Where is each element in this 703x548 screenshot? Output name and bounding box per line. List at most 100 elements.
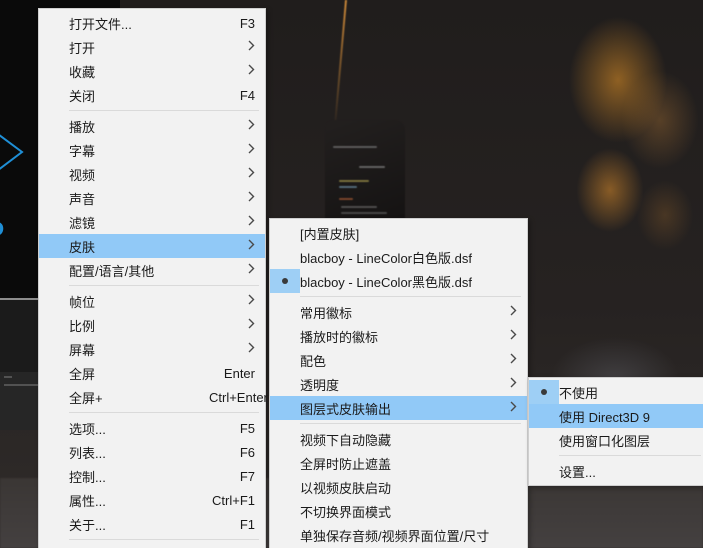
menu-item-打开文件[interactable]: 打开文件... F3 <box>39 11 265 35</box>
menu-item-不切换界面模式[interactable]: 不切换界面模式 <box>270 499 527 523</box>
menu-item-比例[interactable]: 比例 <box>39 313 265 337</box>
menu-item-gutter <box>39 210 69 234</box>
menu-item-label: 常用徽标 <box>300 305 353 321</box>
chevron-right-icon <box>228 318 255 332</box>
menu-item-gutter <box>39 313 69 337</box>
menu-item-播放时的徽标[interactable]: 播放时的徽标 <box>270 324 527 348</box>
menu-item-透明度[interactable]: 透明度 <box>270 372 527 396</box>
menu-item-gutter <box>39 543 69 548</box>
menu-item-声音[interactable]: 声音 <box>39 186 265 210</box>
menu-item-label: 配色 <box>300 353 327 369</box>
menu-item-以视频皮肤启动[interactable]: 以视频皮肤启动 <box>270 475 527 499</box>
menu-item-字幕[interactable]: 字幕 <box>39 138 265 162</box>
menu-item-label: 字幕 <box>69 143 96 159</box>
menu-item-视频下自动隐藏[interactable]: 视频下自动隐藏 <box>270 427 527 451</box>
menu-item-label: 属性... <box>69 493 106 509</box>
menu-item-全屏[interactable]: 全屏 Enter <box>39 361 265 385</box>
menu-item-选项[interactable]: 选项... F5 <box>39 416 265 440</box>
menu-item-label: 滤镜 <box>69 215 96 231</box>
menu-item-blacboy-linecolor黑色版-dsf[interactable]: blacboy - LineColor黑色版.dsf <box>270 269 527 293</box>
menu-item-内置皮肤[interactable]: [内置皮肤] <box>270 221 527 245</box>
menu-item-gutter <box>270 451 300 475</box>
menu-item-gutter <box>270 427 300 451</box>
menu-item-控制[interactable]: 控制... F7 <box>39 464 265 488</box>
menu-item-关闭[interactable]: 关闭 F4 <box>39 83 265 107</box>
menu-item-gutter <box>39 162 69 186</box>
menu-item-使用-direct3d-9[interactable]: 使用 Direct3D 9 <box>529 404 703 428</box>
chevron-right-icon <box>228 239 255 253</box>
layered-skin-output-submenu[interactable]: 不使用使用 Direct3D 9 使用窗口化图层 设置... <box>528 377 703 486</box>
chevron-right-icon <box>228 191 255 205</box>
menu-item-shortcut: Ctrl+F1 <box>212 492 255 508</box>
menu-item-常用徽标[interactable]: 常用徽标 <box>270 300 527 324</box>
menu-item-label: 配置/语言/其他 <box>69 263 155 279</box>
menu-item-gutter <box>270 221 300 245</box>
menu-item-gutter <box>39 361 69 385</box>
main-context-menu[interactable]: 打开文件... F3 打开收藏关闭 F4 播放字幕视频 声音滤镜皮肤配置/语言/其他 帧位比… <box>38 8 268 548</box>
menu-separator <box>69 412 259 413</box>
menu-item-打开[interactable]: 打开 <box>39 35 265 59</box>
menu-item-blacboy-linecolor白色版-dsf[interactable]: blacboy - LineColor白色版.dsf <box>270 245 527 269</box>
menu-item-退出[interactable]: 退出Alt+F4 <box>39 543 265 548</box>
menu-item-label: 不切换界面模式 <box>300 504 392 520</box>
chevron-right-icon <box>490 305 517 319</box>
menu-item-不使用[interactable]: 不使用 <box>529 380 703 404</box>
menu-item-label: 全屏+ <box>69 390 103 406</box>
menu-item-皮肤[interactable]: 皮肤 <box>39 234 265 258</box>
menu-separator <box>69 539 259 540</box>
menu-item-label: 全屏时防止遮盖 <box>300 456 392 472</box>
menu-separator <box>300 423 521 424</box>
menu-item-shortcut: F4 <box>239 87 255 103</box>
menu-item-配置-语言-其他[interactable]: 配置/语言/其他 <box>39 258 265 282</box>
menu-item-使用窗口化图层[interactable]: 使用窗口化图层 <box>529 428 703 452</box>
menu-item-label: blacboy - LineColor黑色版.dsf <box>300 274 472 290</box>
menu-item-gutter <box>39 83 69 107</box>
menu-item-label: 播放时的徽标 <box>300 329 379 345</box>
menu-item-label: 列表... <box>69 445 106 461</box>
menu-item-屏幕[interactable]: 屏幕 <box>39 337 265 361</box>
menu-item-label: 打开文件... <box>69 16 132 32</box>
menu-item-label: 使用 Direct3D 9 <box>559 409 651 425</box>
menu-item-滤镜[interactable]: 滤镜 <box>39 210 265 234</box>
menu-item-设置[interactable]: 设置... <box>529 459 703 483</box>
menu-item-图层式皮肤输出[interactable]: 图层式皮肤输出 <box>270 396 527 420</box>
menu-item-gutter <box>39 138 69 162</box>
menu-item-gutter <box>39 234 69 258</box>
menu-item-label: 透明度 <box>300 377 340 393</box>
wallpaper-phone-object <box>325 120 405 220</box>
menu-item-单独保存音频-视频界面位置-尺寸[interactable]: 单独保存音频/视频界面位置/尺寸 <box>270 523 527 547</box>
menu-item-配色[interactable]: 配色 <box>270 348 527 372</box>
menu-item-播放[interactable]: 播放 <box>39 114 265 138</box>
chevron-right-icon <box>490 377 517 391</box>
chevron-right-icon <box>490 353 517 367</box>
menu-item-label: 播放 <box>69 119 96 135</box>
menu-item-label: 关闭 <box>69 88 96 104</box>
menu-item-label: 图层式皮肤输出 <box>300 401 392 417</box>
menu-item-属性[interactable]: 属性... Ctrl+F1 <box>39 488 265 512</box>
menu-item-帧位[interactable]: 帧位 <box>39 289 265 313</box>
menu-item-gutter <box>39 385 69 409</box>
chevron-right-icon <box>490 401 517 415</box>
menu-item-列表[interactable]: 列表... F6 <box>39 440 265 464</box>
menu-item-视频[interactable]: 视频 <box>39 162 265 186</box>
menu-item-shortcut: F1 <box>239 516 255 532</box>
menu-item-shortcut: Ctrl+Enter <box>209 389 268 405</box>
skin-submenu[interactable]: [内置皮肤] blacboy - LineColor白色版.dsf blacboy … <box>269 218 528 548</box>
chevron-right-icon <box>228 64 255 78</box>
chevron-right-icon <box>228 215 255 229</box>
menu-item-全屏时防止遮盖[interactable]: 全屏时防止遮盖 <box>270 451 527 475</box>
chevron-right-icon <box>228 119 255 133</box>
menu-item-gutter <box>270 523 300 547</box>
menu-item-label: 帧位 <box>69 294 96 310</box>
menu-item-label: 打开 <box>69 40 96 56</box>
potplayer-logo-text: otP <box>0 215 6 254</box>
menu-item-全屏[interactable]: 全屏+ Ctrl+Enter <box>39 385 268 409</box>
menu-item-gutter <box>529 404 559 428</box>
menu-item-gutter <box>39 258 69 282</box>
menu-separator <box>559 455 701 456</box>
menu-item-label: 收藏 <box>69 64 96 80</box>
menu-item-收藏[interactable]: 收藏 <box>39 59 265 83</box>
menu-separator <box>69 285 259 286</box>
menu-item-label: 控制... <box>69 469 106 485</box>
menu-item-关于[interactable]: 关于... F1 <box>39 512 265 536</box>
